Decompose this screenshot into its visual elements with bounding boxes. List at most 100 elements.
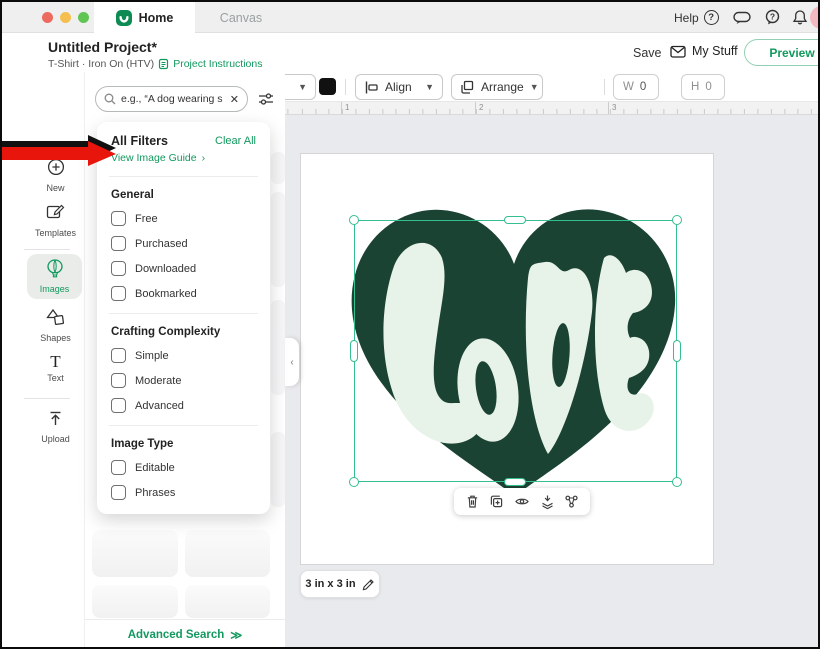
filter-option-label: Bookmarked [135,288,197,300]
sidebar-divider [24,249,70,250]
selection-handle-bottom-right[interactable] [672,477,682,487]
preview-button[interactable]: Preview [744,39,820,66]
sidebar-item-templates[interactable]: Templates [26,203,85,238]
checkbox[interactable] [111,373,126,388]
tab-canvas[interactable]: Canvas [195,2,287,33]
checkbox[interactable] [111,398,126,413]
selection-handle-right-middle[interactable] [673,340,681,362]
checkbox[interactable] [111,261,126,276]
sidebar-item-label: Text [26,373,85,383]
sidebar-item-new[interactable]: New [26,158,85,193]
filter-option-moderate[interactable]: Moderate [111,373,256,388]
checkbox[interactable] [111,286,126,301]
arrange-dropdown[interactable]: Arrange ▼ [451,74,543,100]
arrange-label: Arrange [481,80,524,94]
help-menu[interactable]: Help ? [674,10,719,25]
filters-divider [109,313,258,314]
filter-option-purchased[interactable]: Purchased [111,236,256,251]
selection-handle-bottom-center[interactable] [504,478,526,486]
all-filters-dropdown: All Filters Clear All View Image Guide ›… [97,122,270,514]
filter-option-phrases[interactable]: Phrases [111,485,256,500]
filter-option-label: Downloaded [135,263,196,275]
flatten-icon[interactable] [540,494,555,509]
collapse-panel-button[interactable]: ‹ [285,338,299,386]
sidebar-item-upload[interactable]: Upload [26,410,85,444]
sidebar-item-text[interactable]: T Text [26,353,85,383]
height-field[interactable]: H 0 [681,74,725,100]
sidebar-item-shapes[interactable]: Shapes [26,308,85,343]
selection-handle-top-right[interactable] [672,215,682,225]
image-result-placeholder[interactable] [185,585,270,618]
align-dropdown[interactable]: Align ▼ [355,74,443,100]
delete-trash-icon[interactable] [465,494,480,509]
color-swatch-button[interactable] [319,78,336,95]
checkbox[interactable] [111,348,126,363]
filter-option-advanced[interactable]: Advanced [111,398,256,413]
project-instructions-link[interactable]: Project Instructions [173,58,262,70]
upload-icon [47,410,64,427]
attach-icon[interactable] [564,494,579,509]
edit-pencil-icon[interactable] [362,578,375,591]
help-label: Help [674,11,699,25]
align-left-icon [364,80,379,95]
notifications-bell-icon[interactable] [792,9,808,26]
image-tile-partial [271,300,285,395]
user-avatar[interactable] [810,6,820,29]
sidebar-item-images[interactable]: Images [27,254,82,299]
filter-option-downloaded[interactable]: Downloaded [111,261,256,276]
height-label: H [691,81,699,93]
close-window-button[interactable] [42,12,53,23]
filter-section-general: General [111,189,256,201]
clear-all-filters-link[interactable]: Clear All [215,135,256,147]
zoom-window-button[interactable] [78,12,89,23]
selection-handle-left-middle[interactable] [350,340,358,362]
ruler-tick [475,102,476,115]
advanced-search-link[interactable]: Advanced Search [128,629,225,641]
project-type-label: T-Shirt · Iron On (HTV) [48,58,154,70]
hide-eye-icon[interactable] [514,494,530,509]
save-button[interactable]: Save [633,46,662,60]
mat-size-badge[interactable]: 3 in x 3 in [300,570,380,598]
help-bubble-icon[interactable]: ? [764,9,781,26]
search-input[interactable] [121,93,225,105]
chat-icon[interactable] [733,11,751,25]
horizontal-ruler: 1 2 3 [285,102,820,115]
my-stuff-button[interactable]: My Stuff [670,44,738,58]
selection-handle-top-center[interactable] [504,216,526,224]
duplicate-icon[interactable] [489,494,504,509]
clear-search-icon[interactable]: ✕ [230,93,239,106]
filter-option-free[interactable]: Free [111,211,256,226]
checkbox[interactable] [111,460,126,475]
image-result-placeholder[interactable] [92,530,178,577]
image-result-placeholder[interactable] [185,530,270,577]
ruler-tick [341,102,342,115]
preview-label: Preview [769,46,814,60]
tab-home[interactable]: Home [94,2,195,34]
project-subtitle: T-Shirt · Iron On (HTV) Project Instruct… [48,58,262,70]
ruler-mark-3: 3 [612,103,616,112]
checkbox[interactable] [111,485,126,500]
filters-toggle-button[interactable] [255,88,277,110]
checkbox[interactable] [111,211,126,226]
width-field[interactable]: W 0 [613,74,659,100]
filter-option-editable[interactable]: Editable [111,460,256,475]
image-result-placeholder[interactable] [92,585,178,618]
checkbox[interactable] [111,236,126,251]
filter-option-simple[interactable]: Simple [111,348,256,363]
selection-handle-bottom-left[interactable] [349,477,359,487]
view-image-guide-link[interactable]: View Image Guide › [111,152,256,164]
design-canvas[interactable]: 3 in x 3 in [285,115,820,649]
image-tile-partial [271,432,285,507]
filters-divider [109,425,258,426]
minimize-window-button[interactable] [60,12,71,23]
selection-handle-top-left[interactable] [349,215,359,225]
filter-option-bookmarked[interactable]: Bookmarked [111,286,256,301]
selection-bounding-box[interactable] [354,220,677,482]
image-search-bar[interactable]: ✕ [95,86,248,112]
chevron-down-icon: ▼ [425,82,434,92]
filter-option-label: Simple [135,350,169,362]
ruler-mark-1: 1 [345,103,349,112]
project-title: Untitled Project* [48,39,157,55]
ruler-minor-ticks [285,109,820,114]
selection-quick-toolbar [454,488,590,515]
